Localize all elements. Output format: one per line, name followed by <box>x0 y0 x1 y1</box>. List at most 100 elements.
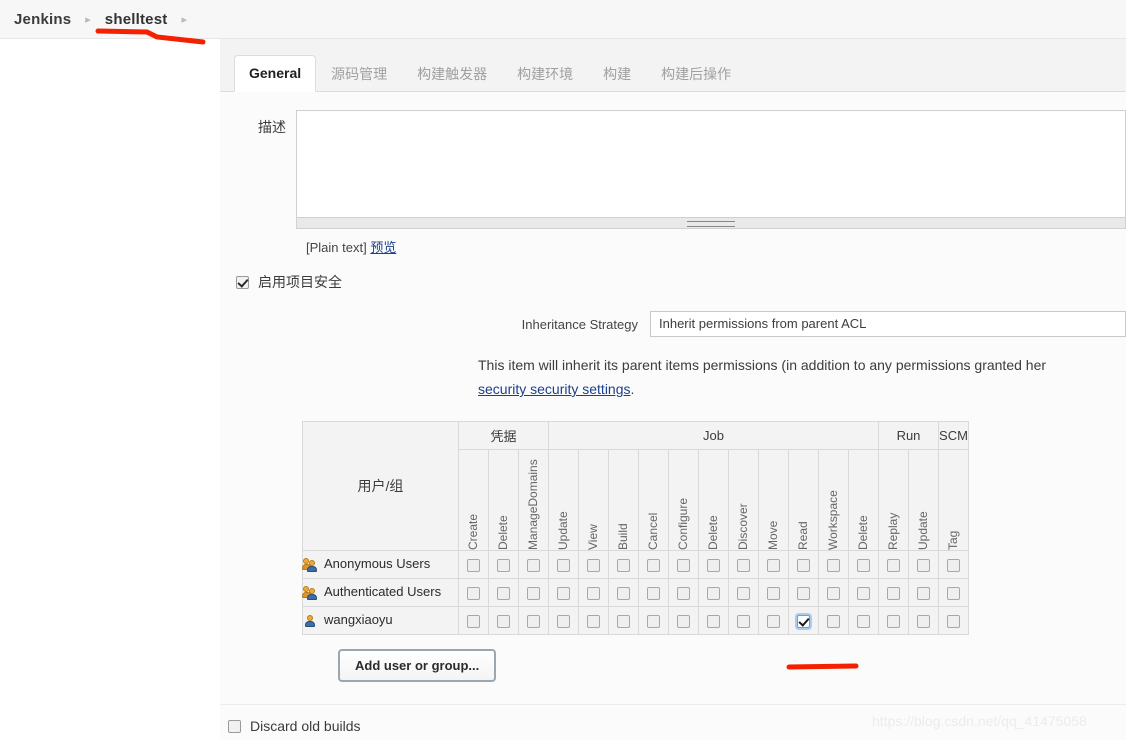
permission-checkbox[interactable] <box>557 615 570 629</box>
permission-checkbox[interactable] <box>677 587 690 601</box>
matrix-cell-read-11 <box>788 550 819 579</box>
permission-checkbox[interactable] <box>647 559 660 573</box>
security-settings-link[interactable]: security security settings <box>478 381 631 397</box>
matrix-cell-discover-9 <box>728 578 759 607</box>
permission-checkbox[interactable] <box>797 587 810 601</box>
matrix-cell-update-3 <box>548 606 579 635</box>
permission-checkbox[interactable] <box>767 587 780 601</box>
matrix-col-header-update-3: Update <box>548 449 579 551</box>
permission-checkbox[interactable] <box>827 587 840 601</box>
permission-checkbox[interactable] <box>587 615 600 629</box>
tab-post-build-actions[interactable]: 构建后操作 <box>646 56 746 91</box>
users-group-icon <box>302 585 319 601</box>
table-row: Anonymous Users <box>302 550 969 579</box>
general-form: 描述 [Plain text] 预览 启用项目安全 Inheritance St… <box>220 92 1126 740</box>
permission-checkbox[interactable] <box>587 559 600 573</box>
tab-build-environment[interactable]: 构建环境 <box>502 56 588 91</box>
tab-build-triggers[interactable]: 构建触发器 <box>402 56 502 91</box>
permission-checkbox[interactable] <box>887 559 900 573</box>
preview-link[interactable]: 预览 <box>370 240 396 255</box>
matrix-col-header-workspace-12: Workspace <box>818 449 849 551</box>
description-textarea[interactable] <box>296 110 1126 218</box>
permission-checkbox[interactable] <box>527 615 540 629</box>
matrix-col-label: Update <box>556 511 570 550</box>
permission-checkbox[interactable] <box>857 559 870 573</box>
matrix-cell-delete-8 <box>698 578 729 607</box>
matrix-cell-read-11 <box>788 606 819 635</box>
permission-checkbox[interactable] <box>617 615 630 629</box>
matrix-cell-tag-16 <box>938 550 969 579</box>
permission-checkbox[interactable] <box>467 615 480 629</box>
config-panel: General 源码管理 构建触发器 构建环境 构建 构建后操作 描述 [Pla… <box>220 39 1126 740</box>
matrix-col-header-delete-13: Delete <box>848 449 879 551</box>
permission-checkbox[interactable] <box>917 559 930 573</box>
breadcrumb-item-shelltest[interactable]: shelltest <box>105 11 168 28</box>
permission-checkbox[interactable] <box>467 559 480 573</box>
permission-checkbox[interactable] <box>557 587 570 601</box>
matrix-col-label: Configure <box>676 497 690 550</box>
matrix-col-header-view-4: View <box>578 449 609 551</box>
matrix-cell-workspace-12 <box>818 550 849 579</box>
section-divider <box>220 704 1126 705</box>
permission-checkbox[interactable] <box>737 615 750 629</box>
matrix-cell-create-0 <box>458 550 489 579</box>
permission-checkbox[interactable] <box>467 587 480 601</box>
permission-checkbox[interactable] <box>707 587 720 601</box>
permission-checkbox[interactable] <box>617 559 630 573</box>
permission-checkbox[interactable] <box>587 587 600 601</box>
permission-checkbox[interactable] <box>767 559 780 573</box>
permission-checkbox[interactable] <box>917 587 930 601</box>
matrix-col-label: Build <box>616 523 630 550</box>
matrix-group-run: Run <box>878 421 939 450</box>
table-row: wangxiaoyu <box>302 606 969 635</box>
permission-checkbox[interactable] <box>857 615 870 629</box>
matrix-cell-delete-8 <box>698 606 729 635</box>
matrix-group-header-row: 用户/组 凭据 Job Run SCM <box>302 421 969 551</box>
breadcrumb-item-jenkins[interactable]: Jenkins <box>14 11 71 28</box>
matrix-cell-cancel-6 <box>638 550 669 579</box>
permission-checkbox[interactable] <box>707 615 720 629</box>
description-resize-grip[interactable] <box>296 218 1126 229</box>
inheritance-strategy-select[interactable]: Inherit permissions from parent ACL <box>650 311 1126 337</box>
permission-checkbox[interactable] <box>677 559 690 573</box>
matrix-col-header-create-0: Create <box>458 449 489 551</box>
discard-old-builds-checkbox[interactable] <box>228 719 241 733</box>
permission-checkbox[interactable] <box>647 615 660 629</box>
matrix-cell-view-4 <box>578 606 609 635</box>
permission-checkbox[interactable] <box>527 587 540 601</box>
permission-checkbox[interactable] <box>497 587 510 601</box>
matrix-cell-view-4 <box>578 550 609 579</box>
permission-checkbox[interactable] <box>827 559 840 573</box>
permission-checkbox[interactable] <box>767 615 780 629</box>
tab-general[interactable]: General <box>234 55 317 92</box>
permission-checkbox[interactable] <box>887 615 900 629</box>
permission-checkbox[interactable] <box>857 587 870 601</box>
permission-checkbox[interactable] <box>497 559 510 573</box>
permission-checkbox[interactable] <box>737 587 750 601</box>
add-user-or-group-button[interactable]: Add user or group... <box>338 649 497 682</box>
tab-build[interactable]: 构建 <box>588 56 646 91</box>
permission-checkbox[interactable] <box>947 587 960 601</box>
permission-checkbox[interactable] <box>647 587 660 601</box>
permission-checkbox[interactable] <box>557 559 570 573</box>
permission-checkbox[interactable] <box>677 615 690 629</box>
permission-checkbox[interactable] <box>707 559 720 573</box>
permission-checkbox[interactable] <box>617 587 630 601</box>
permission-checkbox[interactable] <box>887 587 900 601</box>
matrix-col-header-tag-16: Tag <box>938 449 969 551</box>
permission-checkbox[interactable] <box>917 615 930 629</box>
matrix-row-user-cell: wangxiaoyu <box>302 606 459 635</box>
permission-checkbox[interactable] <box>497 615 510 629</box>
permission-checkbox[interactable] <box>947 615 960 629</box>
enable-project-security-checkbox[interactable] <box>236 275 249 289</box>
permission-checkbox[interactable] <box>827 615 840 629</box>
tab-source-management[interactable]: 源码管理 <box>316 56 402 91</box>
permission-checkbox[interactable] <box>797 559 810 573</box>
permission-checkbox[interactable] <box>527 559 540 573</box>
matrix-cell-delete-1 <box>488 578 519 607</box>
permission-checkbox[interactable] <box>947 559 960 573</box>
permission-checkbox[interactable] <box>737 559 750 573</box>
matrix-group-credentials: 凭据 <box>458 421 549 450</box>
permission-checkbox[interactable] <box>797 615 810 629</box>
matrix-cell-tag-16 <box>938 578 969 607</box>
